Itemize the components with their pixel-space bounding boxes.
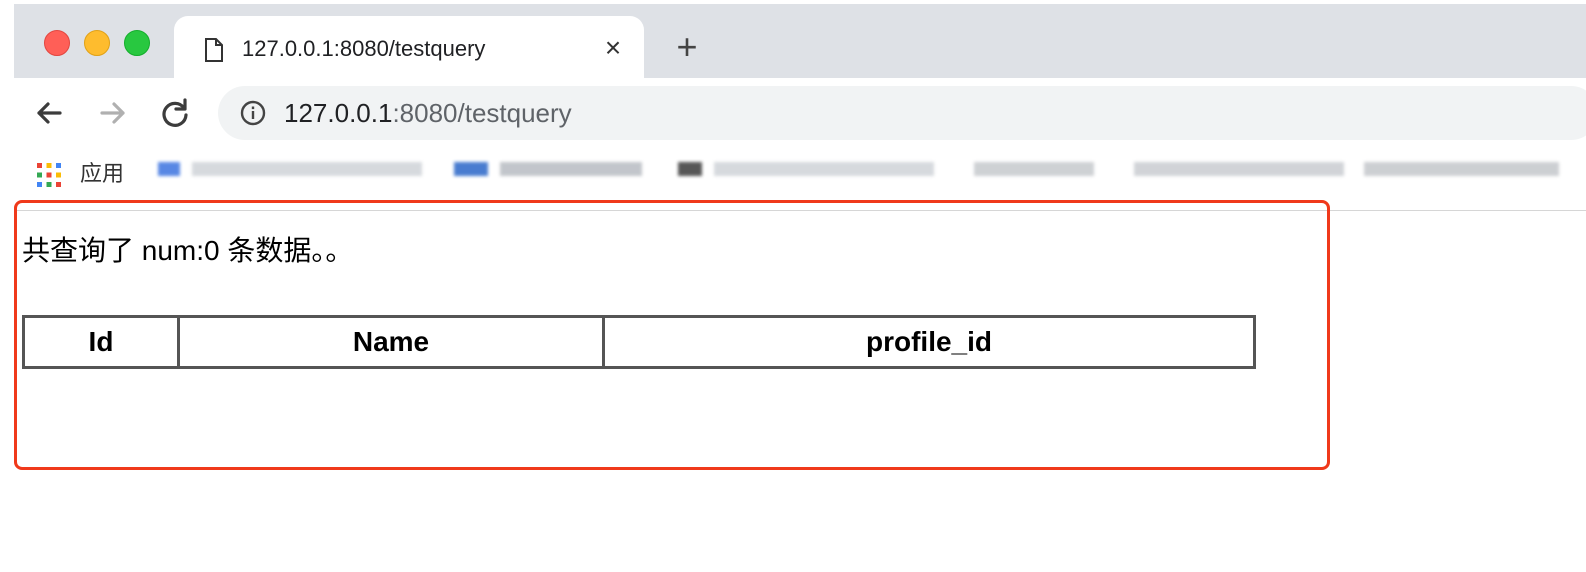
bookmark-item-redacted[interactable] xyxy=(1134,156,1364,182)
bookmark-item-redacted[interactable] xyxy=(158,156,428,182)
apps-shortcut-label[interactable]: 应用 xyxy=(80,160,124,188)
new-tab-button[interactable]: + xyxy=(670,29,704,65)
bookmarks-bar: 应用 xyxy=(14,148,1586,198)
tab-title: 127.0.0.1:8080/testquery xyxy=(242,36,486,61)
bookmark-item-redacted[interactable] xyxy=(454,156,654,182)
browser-window: 127.0.0.1:8080/testquery × + 127.0.0.1:8… xyxy=(0,0,1586,572)
url-text[interactable]: 127.0.0.1:8080/testquery xyxy=(284,96,572,130)
bookmark-item-redacted[interactable] xyxy=(974,156,1114,182)
document-icon xyxy=(205,38,223,62)
apps-grid-icon[interactable] xyxy=(36,162,62,188)
tab-close-button[interactable]: × xyxy=(598,32,628,64)
forward-arrow-icon[interactable] xyxy=(94,94,132,132)
tab-strip: 127.0.0.1:8080/testquery × + xyxy=(14,4,1586,82)
toolbar: 127.0.0.1:8080/testquery xyxy=(14,78,1586,148)
column-header-profile-id: profile_id xyxy=(602,315,1256,369)
back-arrow-icon[interactable] xyxy=(30,94,68,132)
window-maximize-button[interactable] xyxy=(124,30,150,56)
info-icon[interactable] xyxy=(240,100,266,126)
results-table: Id Name profile_id xyxy=(22,315,1256,369)
column-header-id: Id xyxy=(22,315,180,369)
bookmark-item-redacted[interactable] xyxy=(1364,156,1564,182)
address-bar[interactable]: 127.0.0.1:8080/testquery xyxy=(218,86,1586,140)
column-header-name: Name xyxy=(177,315,605,369)
window-close-button[interactable] xyxy=(44,30,70,56)
tab-active[interactable]: 127.0.0.1:8080/testquery × xyxy=(174,16,644,82)
table-header-row: Id Name profile_id xyxy=(22,315,1256,369)
reload-icon[interactable] xyxy=(156,94,194,132)
url-path: :8080/testquery xyxy=(392,98,572,128)
bookmark-item-redacted[interactable] xyxy=(678,156,948,182)
window-minimize-button[interactable] xyxy=(84,30,110,56)
query-summary-text: 共查询了 num:0 条数据。。 xyxy=(22,235,354,266)
url-host: 127.0.0.1 xyxy=(284,98,393,128)
